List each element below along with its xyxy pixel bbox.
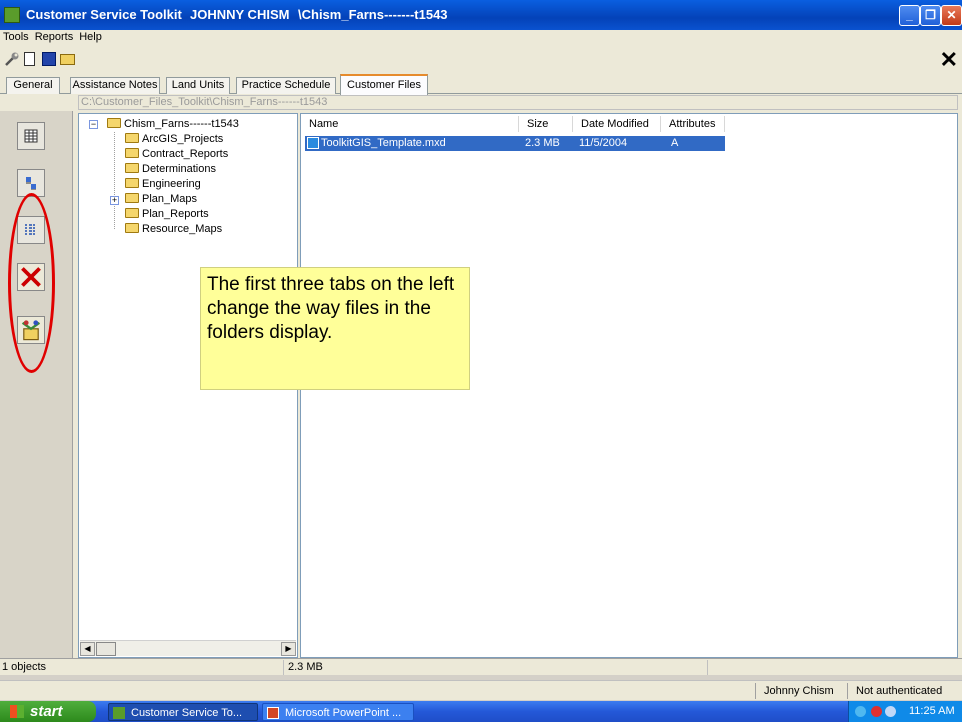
file-name: ToolkitGIS_Template.mxd <box>321 137 446 149</box>
file-attributes: A <box>671 137 679 149</box>
folder-icon <box>125 163 139 173</box>
taskbar: start Customer Service To... Microsoft P… <box>0 701 962 722</box>
security-icon[interactable] <box>871 706 882 717</box>
volume-icon[interactable] <box>885 706 896 717</box>
path-field: C:\Customer_Files_Toolkit\Chism_Farns---… <box>78 95 958 110</box>
path-title: \Chism_Farns-------t1543 <box>298 7 448 22</box>
tab-customer-files[interactable]: Customer Files <box>340 74 428 95</box>
file-date: 11/5/2004 <box>579 137 628 149</box>
column-header-date[interactable]: Date Modified <box>577 116 661 132</box>
close-panel-icon[interactable]: ✕ <box>940 47 958 73</box>
session-bar: Johnny Chism Not authenticated <box>0 680 962 700</box>
scroll-thumb[interactable] <box>96 642 116 656</box>
file-row[interactable]: ToolkitGIS_Template.mxd 2.3 MB 11/5/2004… <box>305 136 725 151</box>
toolkit-app-icon <box>113 707 125 719</box>
tree-expand-toggle[interactable]: + <box>110 196 119 205</box>
scroll-right-arrow[interactable]: ▶ <box>281 642 296 656</box>
auth-status: Not authenticated <box>847 683 962 699</box>
file-size: 2.3 MB <box>525 137 560 149</box>
tree-horizontal-scrollbar[interactable]: ◀ ▶ <box>80 640 296 656</box>
column-header-attributes[interactable]: Attributes <box>665 116 725 132</box>
app-title: Customer Service Toolkit <box>26 7 182 22</box>
user-title: JOHNNY CHISM <box>190 7 290 22</box>
mxd-file-icon <box>307 137 319 149</box>
selection-size: 2.3 MB <box>286 660 708 675</box>
network-icon[interactable] <box>855 706 866 717</box>
tree-item-plan-maps[interactable]: Plan_Maps <box>125 193 197 208</box>
tab-strip: General Assistance Notes Land Units Prac… <box>0 72 962 95</box>
customer-files-panel: C:\Customer_Files_Toolkit\Chism_Farns---… <box>0 94 962 658</box>
close-button[interactable]: ✕ <box>941 5 962 26</box>
folder-icon <box>125 208 139 218</box>
tree-root[interactable]: Chism_Farns------t1543 <box>107 118 239 133</box>
scroll-left-arrow[interactable]: ◀ <box>80 642 95 656</box>
minimize-button[interactable]: _ <box>899 5 920 26</box>
menu-reports[interactable]: Reports <box>32 30 77 44</box>
column-header-size[interactable]: Size <box>523 116 573 132</box>
folder-icon <box>125 193 139 203</box>
object-count: 1 objects <box>0 660 284 675</box>
taskbar-item-toolkit[interactable]: Customer Service To... <box>108 703 258 721</box>
tree-item-engineering[interactable]: Engineering <box>125 178 201 193</box>
toolbar: ✕ <box>0 46 962 72</box>
taskbar-item-powerpoint[interactable]: Microsoft PowerPoint ... <box>262 703 414 721</box>
tree-item-plan-reports[interactable]: Plan_Reports <box>125 208 209 223</box>
maximize-button[interactable]: ❐ <box>920 5 941 26</box>
title-bar: Customer Service Toolkit JOHNNY CHISM \C… <box>0 0 962 30</box>
tab-land-units[interactable]: Land Units <box>166 77 230 94</box>
folder-icon <box>125 223 139 233</box>
open-folder-icon[interactable] <box>60 54 75 65</box>
folder-icon <box>125 178 139 188</box>
details-view-button[interactable] <box>17 122 45 150</box>
folder-icon <box>107 118 121 128</box>
large-icons-icon <box>26 177 36 190</box>
system-tray: 11:25 AM <box>848 701 962 722</box>
highlight-ring <box>8 193 55 373</box>
tree-item-contract-reports[interactable]: Contract_Reports <box>125 148 228 163</box>
annotation-callout: The first three tabs on the left change … <box>200 267 470 390</box>
clock[interactable]: 11:25 AM <box>909 701 955 722</box>
tree-collapse-toggle[interactable]: − <box>89 120 98 129</box>
folder-icon <box>125 148 139 158</box>
tree-item-arcgis-projects[interactable]: ArcGIS_Projects <box>125 133 223 148</box>
powerpoint-icon <box>267 707 279 719</box>
tab-general[interactable]: General <box>6 77 60 94</box>
tree-item-resource-maps[interactable]: Resource_Maps <box>125 223 222 238</box>
tree-item-determinations[interactable]: Determinations <box>125 163 216 178</box>
save-icon[interactable] <box>42 52 56 66</box>
windows-logo-icon <box>10 705 24 718</box>
folder-icon <box>125 133 139 143</box>
start-button[interactable]: start <box>0 701 96 722</box>
app-icon <box>4 7 20 23</box>
tab-practice-schedule[interactable]: Practice Schedule <box>236 77 336 94</box>
user-name: Johnny Chism <box>755 683 845 699</box>
status-bar: 1 objects 2.3 MB <box>0 658 962 675</box>
details-view-icon <box>24 129 38 143</box>
column-header-name[interactable]: Name <box>305 116 519 132</box>
view-button-panel <box>0 111 73 658</box>
menu-bar: Tools Reports Help <box>0 30 962 46</box>
wrench-icon[interactable] <box>4 51 20 67</box>
new-document-icon[interactable] <box>24 52 35 66</box>
menu-tools[interactable]: Tools <box>0 30 32 44</box>
menu-help[interactable]: Help <box>76 30 105 44</box>
tab-assistance-notes[interactable]: Assistance Notes <box>70 77 160 94</box>
